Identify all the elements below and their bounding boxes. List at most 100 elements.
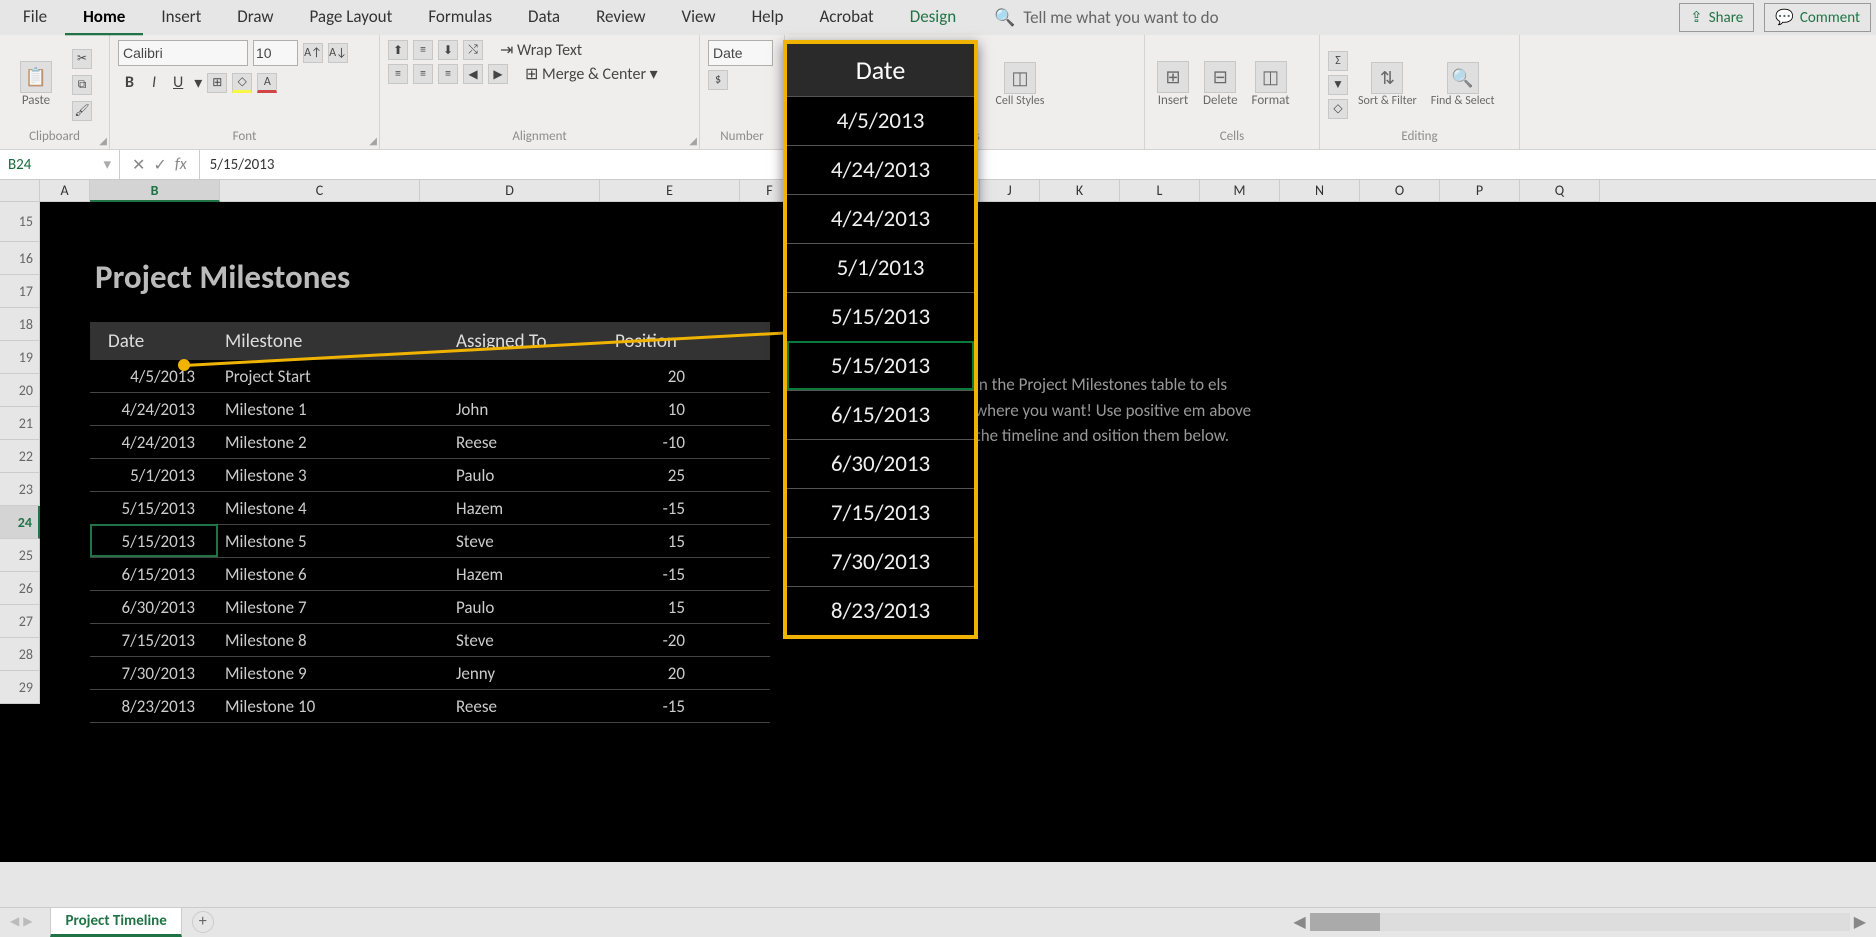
insert-cells-button[interactable]: ⊞ Insert — [1153, 57, 1193, 112]
row-header-24[interactable]: 24 — [0, 506, 40, 539]
menu-view[interactable]: View — [664, 0, 734, 36]
menu-page-layout[interactable]: Page Layout — [292, 0, 411, 36]
cell-assigned[interactable]: Hazem — [440, 498, 600, 519]
col-header-J[interactable]: J — [980, 180, 1040, 202]
cell-milestone[interactable]: Milestone 7 — [210, 597, 440, 618]
expand-icon[interactable]: ◢ — [689, 134, 697, 147]
col-header-N[interactable]: N — [1280, 180, 1360, 202]
cell-assigned[interactable]: John — [440, 399, 600, 420]
cell-date[interactable]: 4/5/2013 — [90, 366, 210, 387]
bold-button[interactable]: B — [118, 70, 141, 95]
table-row[interactable]: 4/24/2013 Milestone 2 Reese -10 — [90, 426, 770, 459]
scroll-right-icon[interactable]: ▶ — [1854, 912, 1866, 932]
increase-font-icon[interactable]: A↑ — [303, 43, 323, 63]
col-header-A[interactable]: A — [40, 180, 90, 202]
align-middle-icon[interactable]: ≡ — [413, 40, 433, 60]
cancel-formula-icon[interactable]: ✕ — [132, 155, 145, 175]
fill-color-icon[interactable]: ◇ — [232, 73, 252, 93]
cell-date[interactable]: 6/15/2013 — [90, 564, 210, 585]
row-header-25[interactable]: 25 — [0, 539, 40, 572]
cell-milestone[interactable]: Milestone 5 — [210, 531, 440, 552]
cell-date[interactable]: 7/15/2013 — [90, 630, 210, 651]
cell-position[interactable]: 15 — [600, 531, 720, 552]
table-row[interactable]: 7/30/2013 Milestone 9 Jenny 20 — [90, 657, 770, 690]
italic-button[interactable]: I — [146, 71, 162, 94]
col-header-D[interactable]: D — [420, 180, 600, 202]
cell-milestone[interactable]: Project Start — [210, 366, 440, 387]
paste-button[interactable]: 📋 Paste — [8, 57, 64, 112]
clear-icon[interactable]: ◇ — [1328, 99, 1348, 119]
comment-button[interactable]: 💬 Comment — [1764, 3, 1871, 32]
row-header-26[interactable]: 26 — [0, 572, 40, 605]
cell-position[interactable]: -20 — [600, 630, 720, 651]
cell-position[interactable]: 20 — [600, 366, 720, 387]
expand-icon[interactable]: ◢ — [369, 134, 377, 147]
row-header-23[interactable]: 23 — [0, 473, 40, 506]
tab-nav-next-icon[interactable]: ▶ — [23, 914, 32, 929]
row-header-19[interactable]: 19 — [0, 341, 40, 374]
menu-help[interactable]: Help — [734, 0, 802, 36]
tell-me-search[interactable]: 🔍 Tell me what you want to do — [994, 7, 1218, 28]
cell-milestone[interactable]: Milestone 10 — [210, 696, 440, 717]
col-header-K[interactable]: K — [1040, 180, 1120, 202]
horizontal-scrollbar[interactable] — [1310, 913, 1850, 931]
col-header-M[interactable]: M — [1200, 180, 1280, 202]
find-select-button[interactable]: 🔍 Find & Select — [1427, 58, 1499, 112]
row-header-28[interactable]: 28 — [0, 638, 40, 671]
fx-icon[interactable]: fx — [175, 155, 187, 174]
menu-home[interactable]: Home — [65, 0, 143, 36]
increase-indent-icon[interactable]: ▶ — [488, 64, 508, 84]
row-header-22[interactable]: 22 — [0, 440, 40, 473]
cell-assigned[interactable]: Jenny — [440, 663, 600, 684]
border-icon[interactable]: ⊞ — [207, 73, 227, 93]
menu-draw[interactable]: Draw — [219, 0, 291, 36]
cell-date[interactable]: 8/23/2013 — [90, 696, 210, 717]
cell-position[interactable]: 20 — [600, 663, 720, 684]
sort-filter-button[interactable]: ⇅ Sort & Filter — [1354, 58, 1421, 112]
sheet-tab-project-timeline[interactable]: Project Timeline — [50, 907, 181, 937]
row-header-18[interactable]: 18 — [0, 308, 40, 341]
cell-assigned[interactable]: Hazem — [440, 564, 600, 585]
name-box[interactable]: B24▾ — [0, 150, 120, 179]
align-left-icon[interactable]: ≡ — [388, 64, 408, 84]
cell-milestone[interactable]: Milestone 3 — [210, 465, 440, 486]
cell-milestone[interactable]: Milestone 6 — [210, 564, 440, 585]
select-all-corner[interactable] — [0, 180, 40, 202]
col-header-L[interactable]: L — [1120, 180, 1200, 202]
cell-position[interactable]: -10 — [600, 432, 720, 453]
cell-milestone[interactable]: Milestone 2 — [210, 432, 440, 453]
cell-date[interactable]: 6/30/2013 — [90, 597, 210, 618]
expand-icon[interactable]: ◢ — [99, 134, 107, 147]
table-row[interactable]: 5/1/2013 Milestone 3 Paulo 25 — [90, 459, 770, 492]
font-size-select[interactable] — [253, 40, 298, 66]
align-center-icon[interactable]: ≡ — [413, 64, 433, 84]
col-header-P[interactable]: P — [1440, 180, 1520, 202]
menu-data[interactable]: Data — [510, 0, 578, 36]
align-top-icon[interactable]: ⬆ — [388, 40, 408, 60]
copy-icon[interactable]: ⧉ — [72, 75, 92, 95]
row-header-29[interactable]: 29 — [0, 671, 40, 704]
add-sheet-button[interactable]: + — [192, 911, 214, 933]
row-header-16[interactable]: 16 — [0, 242, 40, 275]
share-button[interactable]: ⇪ Share — [1679, 3, 1754, 32]
row-header-15[interactable]: 15 — [0, 202, 40, 242]
cell-date[interactable]: 4/24/2013 — [90, 432, 210, 453]
accept-formula-icon[interactable]: ✓ — [153, 155, 166, 175]
font-color-icon[interactable]: A — [257, 73, 277, 93]
tab-nav-prev-icon[interactable]: ◀ — [10, 914, 19, 929]
font-name-select[interactable] — [118, 40, 248, 66]
cell-date[interactable]: 5/1/2013 — [90, 465, 210, 486]
menu-file[interactable]: File — [5, 0, 65, 36]
wrap-text-button[interactable]: ⇥ Wrap Text — [500, 40, 582, 60]
table-row[interactable]: 7/15/2013 Milestone 8 Steve -20 — [90, 624, 770, 657]
cell-milestone[interactable]: Milestone 8 — [210, 630, 440, 651]
row-header-20[interactable]: 20 — [0, 374, 40, 407]
cell-position[interactable]: -15 — [600, 498, 720, 519]
decrease-indent-icon[interactable]: ◀ — [463, 64, 483, 84]
menu-insert[interactable]: Insert — [143, 0, 219, 36]
cell-position[interactable]: 10 — [600, 399, 720, 420]
cell-position[interactable]: 25 — [600, 465, 720, 486]
cell-assigned[interactable]: Reese — [440, 432, 600, 453]
format-cells-button[interactable]: ◫ Format — [1248, 57, 1294, 112]
cell-date[interactable]: 4/24/2013 — [90, 399, 210, 420]
